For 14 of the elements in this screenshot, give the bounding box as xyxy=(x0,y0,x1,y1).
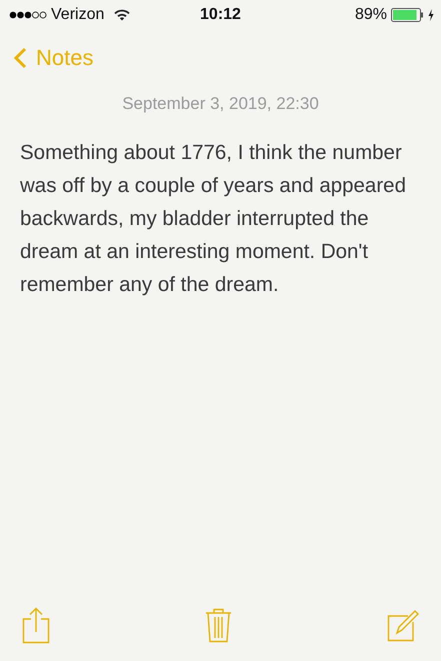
battery-percent: 89% xyxy=(354,6,387,24)
back-button[interactable]: Notes xyxy=(14,45,94,71)
share-icon[interactable] xyxy=(22,606,50,644)
battery-icon xyxy=(391,8,424,22)
compose-icon[interactable] xyxy=(387,608,420,642)
status-time: 10:12 xyxy=(200,6,241,24)
charging-icon xyxy=(428,9,434,21)
note-date: September 3, 2019, 22:30 xyxy=(121,94,320,114)
trash-icon[interactable] xyxy=(205,608,232,642)
signal-icon xyxy=(9,11,47,19)
chevron-left-icon xyxy=(14,47,27,69)
note-text: Something about 1776, I think the number was off by a couple of years and appeared backwards, my bladder interrupted the dream at an interesting moment. Don't remember any of the dream. xyxy=(20,140,407,298)
wifi-icon xyxy=(114,9,130,21)
carrier-name: Verizon xyxy=(51,6,104,24)
